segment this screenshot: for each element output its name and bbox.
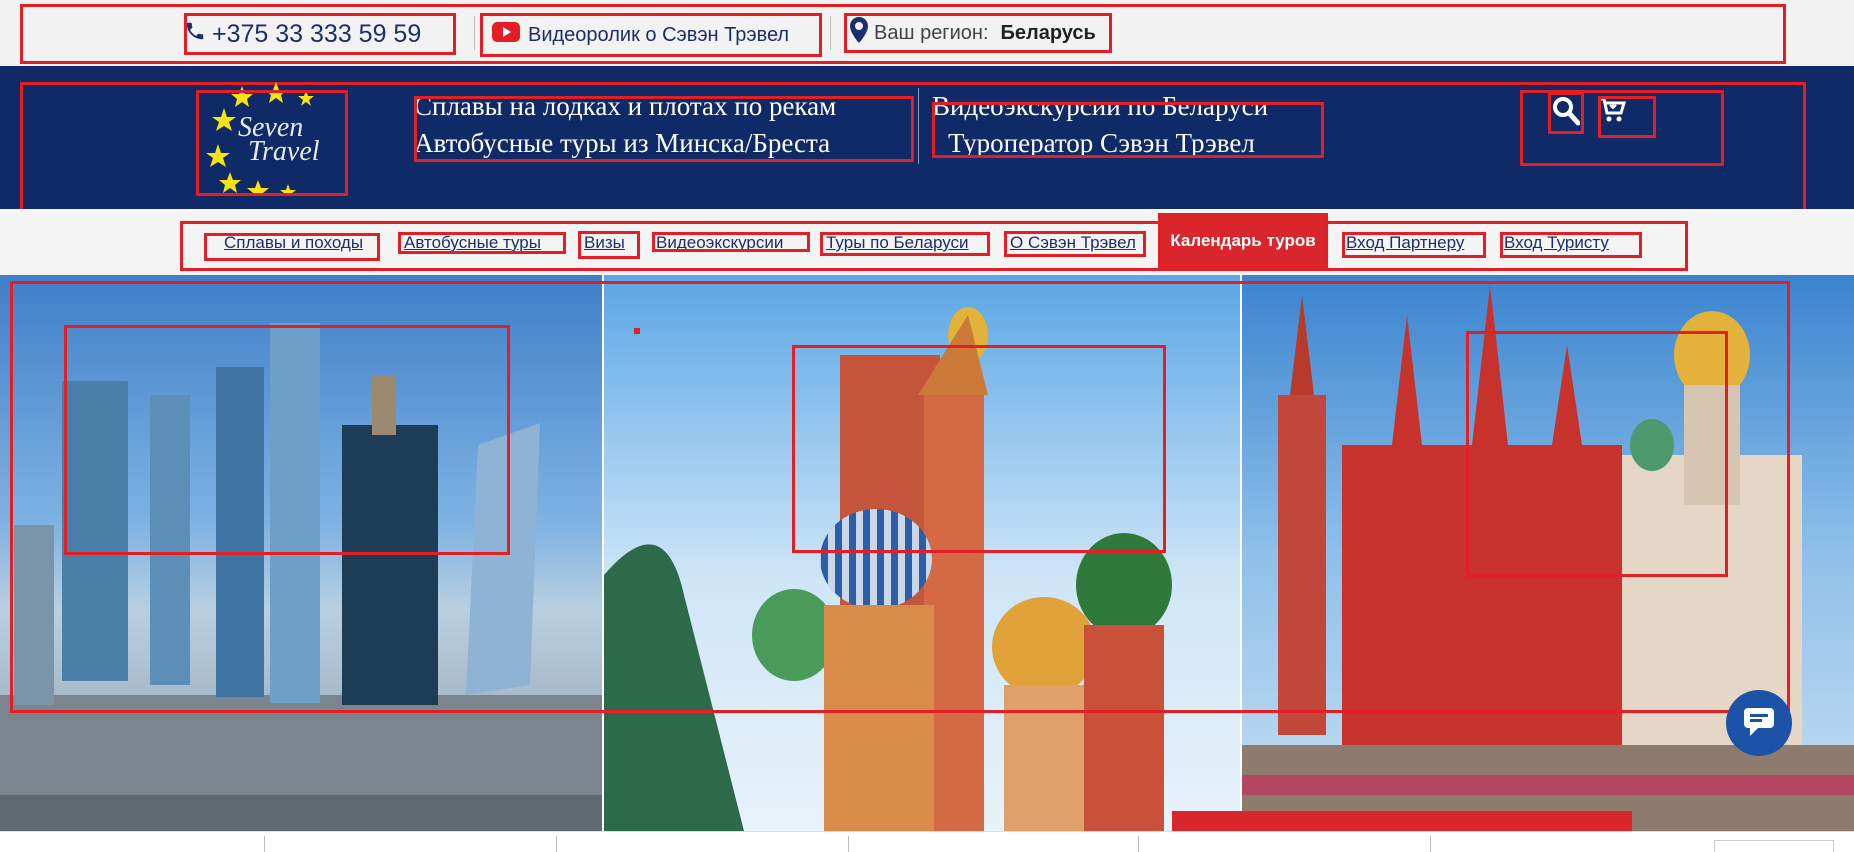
divider [474,16,475,50]
divider [1138,836,1139,852]
marker-dot [634,328,640,334]
divider [1430,836,1431,852]
bottom-widget[interactable] [1714,840,1834,852]
site-header: Seven Travel Сплавы на лодках и плотах п… [0,66,1854,214]
search-outline [1548,92,1584,134]
divider [264,836,265,852]
nav-item-outline [1158,213,1328,269]
video-outline [480,13,822,57]
header-links-left-outline [414,96,914,162]
hero-region-1 [64,325,510,555]
region-outline [844,13,1112,53]
logo-outline [196,90,348,196]
hero-region-3 [1466,331,1728,577]
divider [848,836,849,852]
phone-outline [184,13,456,55]
bottom-strip [0,831,1854,852]
nav-item-outline [1342,232,1486,258]
divider [556,836,557,852]
hero-slider[interactable] [0,275,1854,831]
cart-outline [1598,96,1656,138]
nav-item-outline [398,232,566,254]
nav-item-outline [578,231,640,259]
divider [918,88,919,164]
nav-item-outline [652,232,810,252]
main-nav: Сплавы и походы Автобусные туры Визы Вид… [0,209,1854,275]
nav-item-outline [1500,232,1642,258]
promo-banner[interactable] [1172,811,1632,831]
chat-button[interactable] [1726,690,1792,756]
top-bar: +375 33 333 59 59 Видеоролик о Сэвэн Трэ… [0,0,1854,66]
nav-item-outline [820,232,990,256]
header-links-right-outline [932,102,1324,158]
chat-icon [1742,706,1776,741]
nav-item-outline [1004,231,1146,257]
nav-item-outline [204,233,380,261]
divider [830,16,831,50]
hero-region-2 [792,345,1166,553]
